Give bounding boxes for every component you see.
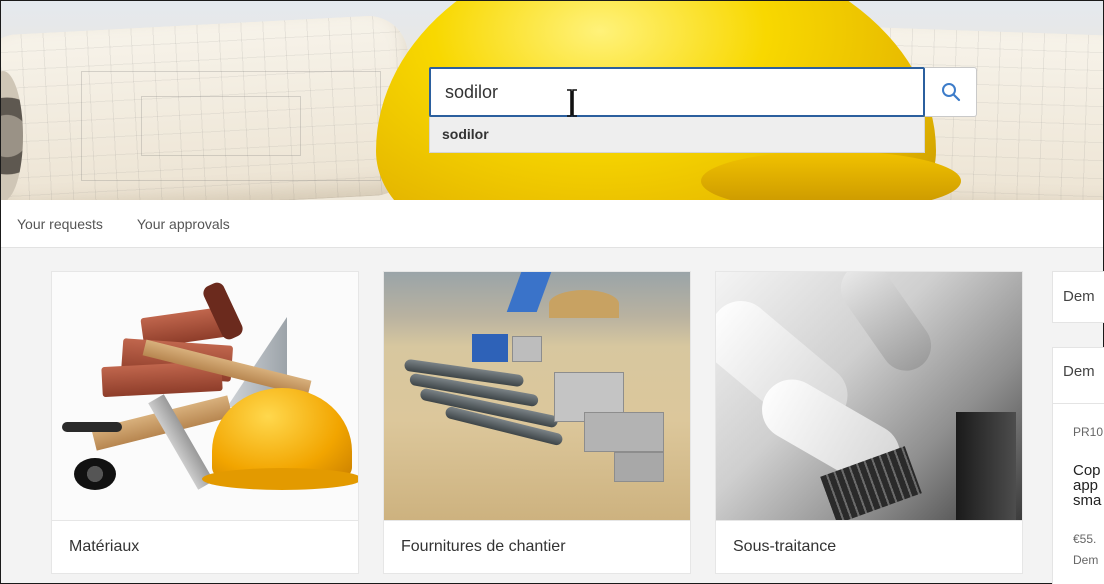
category-label: Matériaux <box>69 538 140 555</box>
tab-your-requests[interactable]: Your requests <box>17 216 103 232</box>
tab-bar: Your requests Your approvals <box>1 200 1103 248</box>
blueprint-drawing <box>141 96 301 156</box>
category-card-sous-traitance[interactable]: Sous-traitance <box>715 271 1023 574</box>
suggestion-item[interactable]: sodilor <box>430 117 924 151</box>
category-card-fournitures-de-chantier[interactable]: Fournitures de chantier <box>383 271 691 574</box>
request-description: Cop app sma <box>1073 462 1102 509</box>
request-id[interactable]: PR10 <box>1073 425 1103 439</box>
category-image <box>52 272 358 520</box>
search-input[interactable] <box>429 67 925 117</box>
side-card-title: Dem <box>1063 288 1095 305</box>
category-image <box>716 272 1022 520</box>
category-image <box>384 272 690 520</box>
request-status: Dem <box>1073 553 1099 567</box>
request-price: €55. <box>1073 532 1097 546</box>
tab-your-approvals[interactable]: Your approvals <box>137 216 230 232</box>
category-card-materiaux[interactable]: Matériaux <box>51 271 359 574</box>
search-suggestions: sodilor <box>429 117 925 153</box>
category-label: Fournitures de chantier <box>401 538 566 555</box>
search-icon <box>941 83 960 102</box>
search-button[interactable] <box>925 67 977 117</box>
category-label: Sous-traitance <box>733 538 837 555</box>
side-card-title: Dem <box>1063 363 1095 380</box>
